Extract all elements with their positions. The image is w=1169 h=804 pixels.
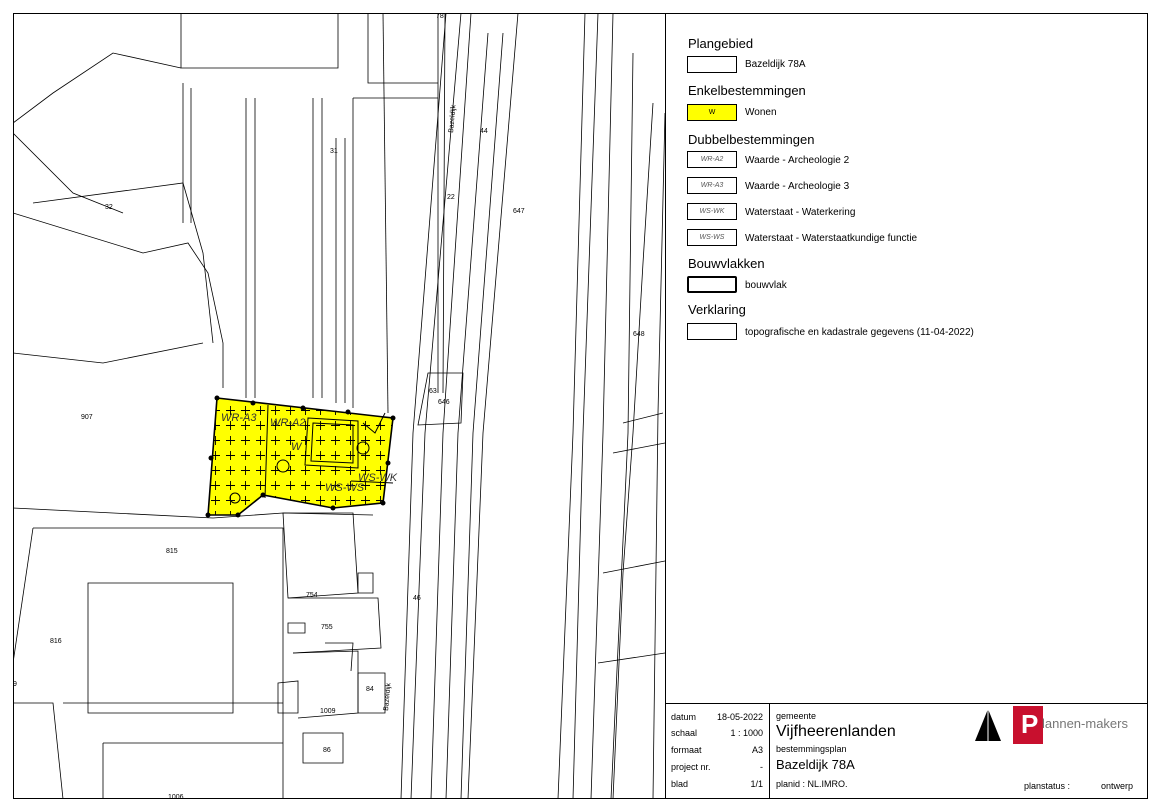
parcel-815: 815 xyxy=(166,548,178,555)
parcel-648: 648 xyxy=(633,331,645,338)
parcel-22: 22 xyxy=(447,194,455,201)
planstatus-label: planstatus : xyxy=(1024,781,1071,791)
gemeente-name: Vijfheerenlanden xyxy=(776,723,896,740)
zone-wr-a2: WR-A2 xyxy=(270,417,305,429)
plangebied-symbol xyxy=(687,56,737,73)
bouwvlak-symbol xyxy=(687,276,737,293)
parcel-907: 907 xyxy=(81,414,93,421)
legend-ws-ws-label: Waterstaat - Waterstaatkundige functie xyxy=(745,233,918,244)
project-value: - xyxy=(760,762,763,772)
legend-wr-a2-label: Waarde - Archeologie 2 xyxy=(745,155,850,166)
legend-verklaring-label: topografische en kadastrale gegevens (11… xyxy=(745,327,974,338)
north-arrow-icon xyxy=(975,707,1001,745)
legend-bouwvlak-label: bouwvlak xyxy=(745,280,787,291)
legend-heading-verklaring: Verklaring xyxy=(688,302,746,317)
plan-meta: datum 18-05-2022 schaal 1 : 1000 formaat A3… xyxy=(666,704,770,799)
parcel-44: 44 xyxy=(480,128,488,135)
zone-ws-wk: WS-WK xyxy=(358,472,398,484)
wr-a2-symbol: WR-A2 xyxy=(687,151,737,168)
legend-ws-wk-label: Waterstaat - Waterkering xyxy=(745,207,856,218)
legend-heading-enkelbestemmingen: Enkelbestemmingen xyxy=(688,83,806,98)
wr-a3-symbol: WR-A3 xyxy=(687,177,737,194)
company-logo-icon: P xyxy=(1013,706,1043,744)
title-block: datum 18-05-2022 schaal 1 : 1000 formaat A3… xyxy=(665,703,1148,799)
parcel-31: 31 xyxy=(330,148,338,155)
parcel-816: 816 xyxy=(50,638,62,645)
plan-name: Bazeldijk 78A xyxy=(776,757,855,772)
legend-heading-dubbelbestemmingen: Dubbelbestemmingen xyxy=(688,132,815,147)
wonen-symbol: W xyxy=(687,104,737,121)
legend-heading-bouwvlakken: Bouwvlakken xyxy=(688,256,765,271)
map-labels: 32 907 815 816 754 755 1009 86 1006 647 … xyxy=(13,13,645,799)
ws-wk-symbol: WS-WK xyxy=(687,203,737,220)
blad-label: blad xyxy=(671,779,689,789)
map-drawing: 32 907 815 816 754 755 1009 86 1006 647 … xyxy=(13,13,665,799)
schaal-label: schaal xyxy=(671,728,698,738)
datum-value: 18-05-2022 xyxy=(716,712,763,722)
parcel-1009: 1009 xyxy=(320,708,336,715)
parcel-1006: 1006 xyxy=(168,794,184,799)
parcel-646: 646 xyxy=(438,399,450,406)
company-logo-text: lannen-makers xyxy=(1042,716,1128,731)
gemeente-label: gemeente xyxy=(776,711,817,721)
legend-heading-plangebied: Plangebied xyxy=(688,36,754,51)
street-label-top: Bazeldijk xyxy=(448,104,457,133)
blad-value: 1/1 xyxy=(750,779,763,789)
topografie-symbol xyxy=(687,323,737,340)
parcel-32: 32 xyxy=(105,204,113,211)
plan-title-area: gemeente Vijfheerenlanden bestemmingspla… xyxy=(776,704,1146,799)
legend-panel: Plangebied Bazeldijk 78A Enkelbestemming… xyxy=(665,13,1148,703)
zone-wr-a3: WR-A3 xyxy=(221,412,257,424)
legend-plangebied-label: Bazeldijk 78A xyxy=(745,59,806,70)
schaal-value: 1 : 1000 xyxy=(730,728,763,738)
legend-wr-a3-label: Waarde - Archeologie 3 xyxy=(745,181,850,192)
plan-map[interactable]: 32 907 815 816 754 755 1009 86 1006 647 … xyxy=(13,13,665,799)
parcel-46: 46 xyxy=(413,595,421,602)
zone-w: W xyxy=(291,441,303,453)
parcel-754: 754 xyxy=(306,592,318,599)
datum-label: datum xyxy=(671,712,697,722)
parcel-63: 63 xyxy=(429,388,437,395)
plan-type: bestemmingsplan xyxy=(776,744,847,754)
ws-ws-symbol: WS-WS xyxy=(687,229,737,246)
parcel-78: 78 xyxy=(436,13,444,20)
parcel-755: 755 xyxy=(321,624,333,631)
planid: planid : NL.IMRO. xyxy=(776,779,848,789)
parcel-86: 86 xyxy=(323,747,331,754)
parcel-9: 9 xyxy=(13,681,17,688)
parcel-647: 647 xyxy=(513,208,525,215)
project-label: project nr. xyxy=(671,762,711,772)
formaat-value: A3 xyxy=(751,745,763,755)
street-label-bottom: Bazeldijk xyxy=(383,682,392,711)
legend-wonen-label: Wonen xyxy=(745,107,777,118)
formaat-label: formaat xyxy=(671,745,702,755)
planstatus-value: ontwerp xyxy=(1101,781,1134,791)
parcel-84: 84 xyxy=(366,686,374,693)
